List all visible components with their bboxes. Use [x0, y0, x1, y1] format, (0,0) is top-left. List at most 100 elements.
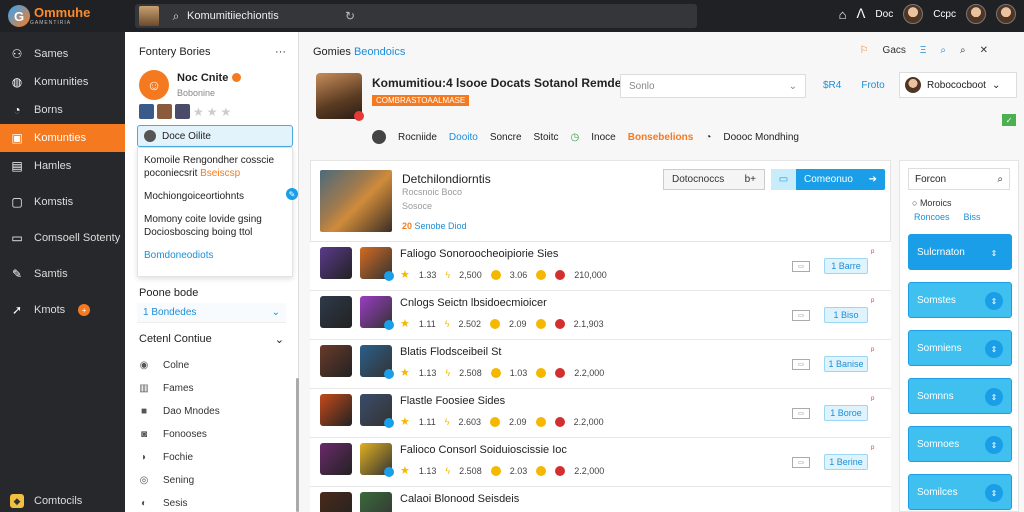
thumb-image[interactable]	[175, 104, 190, 119]
row-image[interactable]	[360, 492, 392, 512]
list-item[interactable]: ◙ Fonooses	[139, 423, 284, 446]
section-label-2[interactable]: Cetenl Contiue ⌄	[125, 323, 298, 346]
account-avatar[interactable]	[996, 4, 1016, 24]
app-logo[interactable]: G Ommuhe GAMENTIRIA	[0, 5, 125, 27]
row-image[interactable]	[320, 443, 352, 475]
flag-icon[interactable]: ᵖ	[871, 394, 874, 404]
thumb-image[interactable]	[139, 104, 154, 119]
profile-avatar[interactable]	[966, 4, 986, 24]
popup-line[interactable]: Momony coite lovide gsing Dociosboscing b…	[144, 213, 285, 239]
star-icon[interactable]: ★	[193, 105, 204, 119]
popup-line[interactable]: Mochiongoiceortiohnts	[144, 190, 285, 203]
popup-line[interactable]: Komoile Rengondher cosscie poconiecsrit B…	[144, 154, 285, 180]
row-title[interactable]: Blatis Flodsceibeil St	[400, 346, 502, 358]
row-title[interactable]: Flastle Foosiee Sides	[400, 395, 505, 407]
meta-link[interactable]: Dooito	[449, 132, 478, 143]
star-icon[interactable]: ★	[221, 105, 232, 119]
panel-action-button[interactable]: Somniens ⇕	[908, 330, 1012, 366]
panel-action-button[interactable]: Somnns ⇕	[908, 378, 1012, 414]
row-action-button[interactable]: 1 Berine	[824, 454, 868, 470]
global-search[interactable]: ⌕ ↻	[135, 4, 697, 28]
thumb-image[interactable]	[157, 104, 172, 119]
row-action-button[interactable]: 1 Biso	[824, 307, 868, 323]
tag-icon[interactable]: ▭	[792, 408, 810, 419]
row-title[interactable]: Cnlogs Seictn lbsidoecmioicer	[400, 297, 547, 309]
nav-item[interactable]: ▢ Komstis	[0, 188, 125, 216]
popup-action-icon[interactable]: ✎	[286, 188, 298, 200]
list-item[interactable]: ◎ Sening	[139, 469, 284, 492]
panel-link[interactable]: Roncoes	[914, 212, 950, 222]
row-image[interactable]	[320, 296, 352, 328]
meta-highlight[interactable]: Bonsebelions	[628, 132, 694, 143]
popup-link[interactable]: Bomdoneodiots	[144, 249, 285, 262]
row-image[interactable]	[360, 394, 394, 428]
filter-icon[interactable]: ꓥ	[857, 6, 866, 22]
panel-search[interactable]: Forcon ⌕	[908, 168, 1010, 190]
user2-label[interactable]: Ccpc	[933, 9, 956, 20]
home-icon[interactable]: ⌂	[839, 7, 847, 22]
row-action-button[interactable]: 1 Banise	[824, 356, 868, 372]
panel-action-button[interactable]: Sulcrnaton ⇕	[908, 234, 1012, 270]
panel-option[interactable]: ○ Moroics	[912, 198, 1018, 208]
game-cover[interactable]	[316, 73, 364, 121]
nav-bottom-item[interactable]: ◆ Comtocils	[10, 494, 82, 508]
header-link[interactable]: $R4	[823, 80, 841, 91]
tag-icon[interactable]: ▭	[792, 310, 810, 321]
bode-dropdown[interactable]: 1 Bondedes ⌄	[137, 303, 286, 323]
tag-icon[interactable]: ⚐	[860, 45, 869, 56]
search-input[interactable]	[187, 10, 337, 22]
refresh-icon[interactable]: ↻	[345, 9, 355, 23]
row-image[interactable]	[320, 492, 352, 512]
list-item[interactable]: ■ Dao Mnodes	[139, 400, 284, 423]
table-row[interactable]: Falioco Consorl Soiduioscissie Ioc ★ 1.13…	[310, 438, 891, 487]
row-title[interactable]: Faliogo Sonoroocheoipiorie Sies	[400, 248, 558, 260]
nav-item[interactable]: ✎ Samtis	[0, 260, 125, 288]
table-row[interactable]: Flastle Foosiee Sides ★ 1.11 ϟ 2.603 2.09 …	[310, 389, 891, 438]
flag-icon[interactable]: ᵖ	[871, 296, 874, 306]
search-icon[interactable]: ⌕	[940, 45, 946, 56]
row-image[interactable]	[320, 345, 352, 377]
nav-item[interactable]: ◍ Komunities	[0, 68, 125, 96]
list-item[interactable]: ◗ Fochie	[139, 446, 284, 469]
username-label[interactable]: Doc	[875, 9, 893, 20]
table-row[interactable]: Blatis Flodsceibeil St ★ 1.13 ϟ 2.508 1.03…	[310, 340, 891, 389]
nav-item[interactable]: ◔ Borns	[0, 96, 125, 124]
tag-icon[interactable]: ▭	[792, 359, 810, 370]
featured-select[interactable]: Dotocnoccs b+	[663, 169, 765, 190]
nav-item[interactable]: ▤ Hamles	[0, 152, 125, 180]
row-image[interactable]	[360, 296, 394, 330]
tag-icon[interactable]: ▭	[792, 261, 810, 272]
selected-field[interactable]: Doce Oilite	[137, 125, 293, 147]
header-user[interactable]: Robococboot ⌄	[899, 72, 1017, 98]
toolbar-label[interactable]: Gacs	[883, 45, 906, 56]
zoom-icon[interactable]: ⌕	[960, 45, 966, 56]
tag-icon[interactable]: ▭	[792, 457, 810, 468]
check-icon[interactable]: ✓	[1002, 114, 1016, 126]
nav-item[interactable]: ➚ Kmots +	[0, 296, 125, 324]
nav-item[interactable]: ▣ Komunties	[0, 124, 125, 152]
star-icon[interactable]: ★	[207, 105, 218, 119]
row-title[interactable]: Calaoi Blonood Seisdeis	[400, 493, 519, 505]
row-image[interactable]	[360, 247, 394, 281]
breadcrumb-root[interactable]: Gomies	[313, 46, 351, 58]
row-action-button[interactable]: 1 Barre	[824, 258, 868, 274]
panel-action-button[interactable]: Somnoes ⇕	[908, 426, 1012, 462]
list-icon[interactable]: Ξ	[920, 45, 927, 56]
table-row[interactable]: Cnlogs Seictn lbsidoecmioicer ★ 1.11 ϟ 2.5…	[310, 291, 891, 340]
panel-action-button[interactable]: Somilces ⇕	[908, 474, 1012, 510]
user-avatar[interactable]	[903, 4, 924, 24]
profile-card[interactable]: ☺ Noc Cnite Bobonine	[125, 58, 298, 100]
list-item[interactable]: ▥ Fames	[139, 377, 284, 400]
table-row[interactable]: Faliogo Sonoroocheoipiorie Sies ★ 1.33 ϟ2…	[310, 242, 891, 291]
flag-icon[interactable]: ᵖ	[871, 345, 874, 355]
nav-item[interactable]: ⚇ Sames	[0, 40, 125, 68]
row-image[interactable]	[360, 345, 394, 379]
panel-link[interactable]: Biss	[964, 212, 981, 222]
nav-item[interactable]: ▭ Comsoell Sotenty	[0, 224, 125, 252]
list-item[interactable]: ◉ Colne	[139, 354, 284, 377]
featured-action-button[interactable]: ▭ Comeonuo ➔	[771, 169, 885, 190]
row-image[interactable]	[320, 247, 352, 279]
row-image[interactable]	[360, 443, 394, 477]
author-avatar[interactable]	[372, 130, 386, 144]
row-title[interactable]: Falioco Consorl Soiduioscissie Ioc	[400, 444, 567, 456]
